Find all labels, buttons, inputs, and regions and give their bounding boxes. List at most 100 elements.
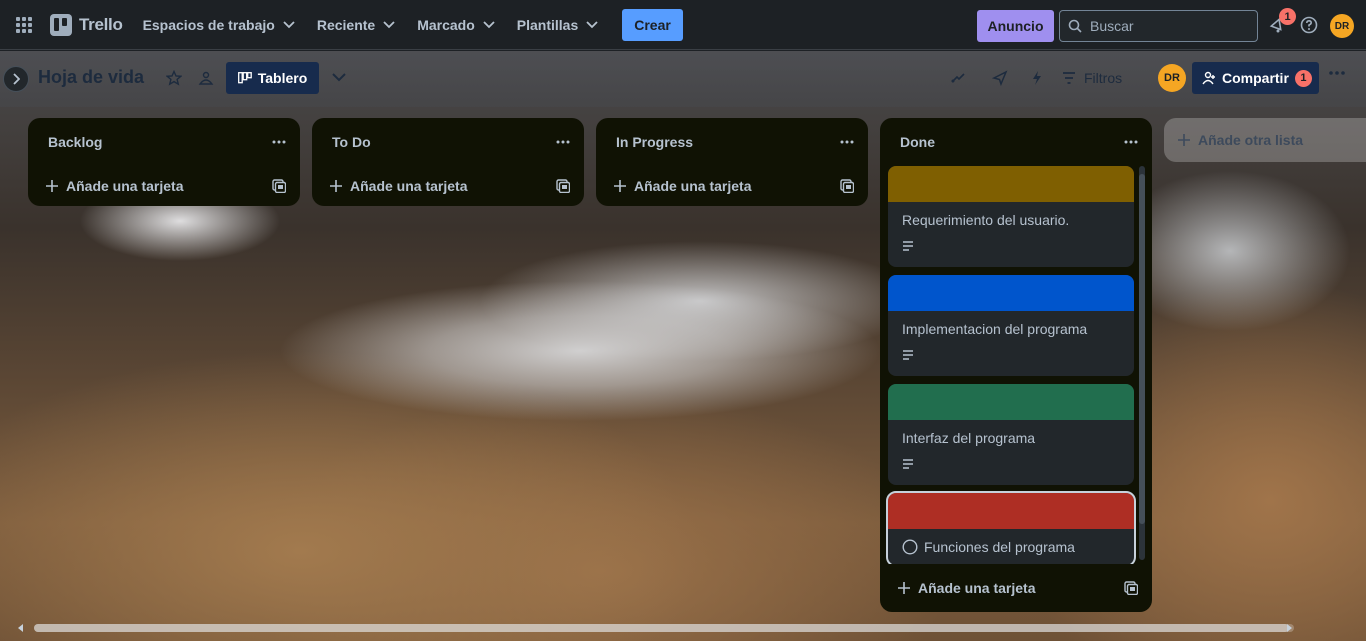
card-list[interactable]: Requerimiento del usuario. Implementacio… [880,166,1152,564]
more-options-icon[interactable] [1328,70,1346,76]
nav-workspaces-label: Espacios de trabajo [142,16,275,33]
plus-icon [898,582,910,594]
power-ups-icon[interactable] [950,70,966,86]
add-card-button[interactable]: Añade una tarjeta [898,580,1035,596]
notification-count-badge: 1 [1279,8,1296,25]
template-icon[interactable] [840,179,854,193]
list-menu-icon[interactable] [272,140,286,144]
description-icon [903,241,913,251]
card-cover [888,493,1134,529]
add-person-icon [1202,71,1215,85]
template-icon[interactable] [272,179,286,193]
add-card-row: Añade una tarjeta [596,166,868,206]
user-avatar[interactable]: DR [1330,14,1354,38]
sidebar-toggle-button[interactable] [3,66,29,92]
add-card-label: Añade una tarjeta [634,178,752,194]
description-icon [903,459,913,469]
visibility-icon[interactable] [198,70,214,86]
add-list-label: Añade otra lista [1198,132,1304,148]
add-card-row: Añade una tarjeta [880,564,1152,612]
add-card-label: Añade una tarjeta [918,580,1036,596]
complete-checkbox-icon[interactable] [902,539,918,555]
app-name: Trello [79,14,123,34]
list-in-progress: In Progress Añade una tarjeta [596,118,868,206]
template-icon[interactable] [1124,581,1138,595]
plus-icon [1178,134,1190,146]
add-card-button[interactable]: Añade una tarjeta [330,178,467,194]
card[interactable]: Implementacion del programa [888,275,1134,376]
nav-recent[interactable]: Reciente [309,9,403,41]
board-title[interactable]: Hoja de vida [38,67,144,88]
star-icon[interactable] [166,70,182,86]
card[interactable]: Interfaz del programa [888,384,1134,485]
board-horizontal-scrollbar[interactable] [16,620,1366,634]
nav-templates[interactable]: Plantillas [509,9,606,41]
automation-icon[interactable] [1030,70,1044,86]
nav-starred-label: Marcado [417,16,475,33]
list-menu-icon[interactable] [840,140,854,144]
scrollbar-thumb[interactable] [34,624,1289,632]
board-member-avatar[interactable]: DR [1158,64,1186,92]
share-count-badge: 1 [1294,69,1312,87]
nav-recent-label: Reciente [316,16,376,33]
card-cover [888,384,1134,420]
add-card-label: Añade una tarjeta [66,178,184,194]
list-done: Done Requerimiento del usuario. Implemen… [880,118,1152,612]
nav-workspaces[interactable]: Espacios de trabajo [135,9,303,41]
list-todo: To Do Añade una tarjeta [312,118,584,206]
add-card-row: Añade una tarjeta [28,166,300,206]
filters-button[interactable]: Filtros [1062,70,1122,86]
rocket-icon[interactable] [992,70,1008,86]
card-cover [888,166,1134,202]
scroll-left-icon[interactable] [18,624,24,632]
filters-label: Filtros [1084,70,1123,86]
app-switcher-icon[interactable] [12,13,36,37]
chevron-down-icon [283,20,295,28]
create-button[interactable]: Crear [622,8,683,41]
template-icon[interactable] [556,179,570,193]
share-button[interactable]: Compartir 1 [1192,62,1319,94]
list-header: In Progress [596,118,868,166]
description-icon [903,350,913,360]
board-view-label: Tablero [257,70,308,86]
add-list-button[interactable]: Añade otra lista [1164,118,1366,162]
chevron-down-icon[interactable] [332,73,346,82]
trello-logo-icon [50,13,72,36]
add-card-button[interactable]: Añade una tarjeta [46,178,183,194]
list-title[interactable]: In Progress [616,134,693,150]
search-placeholder: Buscar [1090,18,1134,34]
card-title: Requerimiento del usuario. [902,212,1070,228]
announcement-button[interactable]: Anuncio [977,10,1054,42]
add-card-label: Añade una tarjeta [350,178,468,194]
search-input[interactable]: Buscar [1059,10,1258,42]
nav-templates-label: Plantillas [516,16,579,33]
board-view-icon [237,72,252,84]
card-title: Interfaz del programa [902,430,1036,446]
card-title: Funciones del programa [924,539,1075,555]
list-menu-icon[interactable] [556,140,570,144]
card[interactable]: Requerimiento del usuario. [888,166,1134,267]
list-title[interactable]: To Do [332,134,371,150]
list-header: Done [880,118,1152,166]
plus-icon [614,180,626,192]
card[interactable]: Funciones del programa [886,491,1136,564]
list-title[interactable]: Done [900,134,935,150]
plus-icon [330,180,342,192]
search-icon [1068,19,1082,33]
scroll-right-icon[interactable] [1286,624,1292,632]
chevron-down-icon [586,20,598,28]
add-card-button[interactable]: Añade una tarjeta [614,178,751,194]
trello-logo[interactable]: Trello [44,9,129,41]
chevron-right-icon [13,73,20,85]
nav-starred[interactable]: Marcado [409,9,503,41]
board-view-button[interactable]: Tablero [226,62,319,94]
help-icon[interactable] [1300,16,1318,34]
list-menu-icon[interactable] [1124,140,1138,144]
share-label: Compartir [1222,70,1289,86]
list-scrollbar-thumb[interactable] [1139,174,1145,524]
filter-icon [1063,72,1075,84]
list-header: To Do [312,118,584,166]
plus-icon [46,180,58,192]
list-backlog: Backlog Añade una tarjeta [28,118,300,206]
list-title[interactable]: Backlog [48,134,102,150]
